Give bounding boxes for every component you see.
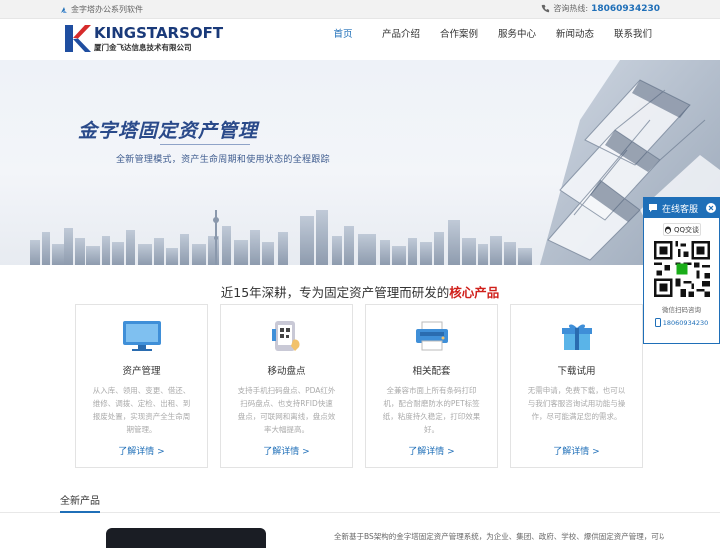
- product-card-desc: 全兼容市面上所有条码打印机，配合耐磨防水的PET标签纸，粘度持久稳定，打印效果好…: [382, 386, 481, 434]
- product-card-more-link[interactable]: 了解详情 >: [511, 444, 642, 457]
- printer-icon: [415, 321, 448, 351]
- qq-chat-button[interactable]: QQ交谈: [662, 223, 701, 236]
- top-bar: 金字塔办公系列软件 咨询热线: 18060934230: [0, 0, 720, 19]
- core-products-heading: 近15年深耕，专为固定资产管理而研发的核心产品: [0, 282, 720, 301]
- product-card-download[interactable]: 下载试用 无需申请，免费下载，也可以与我们客服咨询试用功能与操作，尽可能满足您的…: [510, 304, 643, 468]
- kingstar-k-logo-icon: [65, 25, 91, 52]
- core-products-heading-highlight: 核心产品: [449, 285, 500, 300]
- product-card-desc: 支持手机扫码盘点、PDA红外扫码盘点、也支持RFID快速盘点，可联网和离线，盘点…: [237, 386, 336, 434]
- product-card-title: 资产管理: [122, 366, 161, 377]
- online-service-header: 在线客服: [644, 198, 719, 218]
- banner-cityscape-image: [30, 60, 720, 265]
- new-products-divider: [0, 512, 720, 513]
- hotline-label: 咨询热线:: [553, 4, 589, 13]
- product-card-more-link[interactable]: 了解详情 >: [76, 444, 207, 457]
- qq-icon: [664, 226, 671, 233]
- monitor-icon: [122, 321, 161, 351]
- nav-item-cases[interactable]: 合作案例: [430, 28, 488, 50]
- service-phone-number: 18060934230: [662, 318, 709, 327]
- service-phone[interactable]: 18060934230: [644, 318, 719, 327]
- banner-subtitle: 全新管理模式，资产生命周期和使用状态的全程跟踪: [116, 155, 330, 165]
- logo-name: KINGSTARSOFT: [94, 24, 224, 42]
- top-bar-slogan-group: 金字塔办公系列软件: [60, 4, 143, 15]
- online-service-title: 在线客服: [662, 204, 699, 215]
- product-card-title: 相关配套: [412, 366, 451, 377]
- wechat-qr-code: [653, 241, 710, 297]
- product-card-desc: 从入库、领用、变更、借还、维修、调拨、定检、出租、到报废处置，实现资产全生命周期…: [92, 386, 191, 434]
- nav-item-contact[interactable]: 联系我们: [604, 28, 662, 50]
- hotline-number[interactable]: 18060934230: [591, 4, 660, 14]
- product-card-more-link[interactable]: 了解详情 >: [366, 444, 497, 457]
- product-cards: 资产管理 从入库、领用、变更、借还、维修、调拨、定检、出租、到报废处置，实现资产…: [75, 304, 643, 468]
- product-card-title: 移动盘点: [267, 366, 306, 377]
- close-icon[interactable]: [706, 203, 716, 213]
- banner-divider: [160, 144, 250, 145]
- banner-title: 金字塔固定资产管理: [78, 120, 259, 142]
- nav-item-service[interactable]: 服务中心: [488, 28, 546, 50]
- new-product-device-image: [106, 528, 266, 548]
- product-card-mobile[interactable]: 移动盘点 支持手机扫码盘点、PDA红外扫码盘点、也支持RFID快速盘点，可联网和…: [220, 304, 353, 468]
- product-card-accessories[interactable]: 相关配套 全兼容市面上所有条码打印机，配合耐磨防水的PET标签纸，粘度持久稳定，…: [365, 304, 498, 468]
- nav-item-products[interactable]: 产品介绍: [372, 28, 430, 50]
- new-products-desc: 全新基于BS架构的金字塔固定资产管理系统，为企业、集团、政府、学校、爆供固定资产…: [334, 532, 664, 541]
- mobile-scan-icon: [271, 321, 300, 351]
- product-card-desc: 无需申请，免费下载，也可以与我们客服咨询试用功能与操作，尽可能满足您的需求。: [527, 386, 626, 421]
- product-card-asset[interactable]: 资产管理 从入库、领用、变更、借还、维修、调拨、定检、出租、到报废处置，实现资产…: [75, 304, 208, 468]
- online-service-panel: 在线客服 QQ交谈 微信扫码咨询 18060934230: [643, 197, 720, 344]
- top-bar-slogan: 金字塔办公系列软件: [71, 5, 143, 14]
- product-card-more-link[interactable]: 了解详情 >: [221, 444, 352, 457]
- top-bar-hotline-group: 咨询热线: 18060934230: [541, 3, 660, 14]
- brand-mini-icon: [61, 6, 67, 13]
- nav-item-news[interactable]: 新闻动态: [546, 28, 604, 50]
- wechat-qr-label: 微信扫码咨询: [662, 306, 701, 314]
- nav-item-home[interactable]: 首页: [314, 28, 372, 50]
- product-card-title: 下载试用: [557, 366, 596, 377]
- core-products-heading-prefix: 近15年深耕，专为固定资产管理而研发的: [220, 285, 450, 300]
- site-logo[interactable]: KINGSTARSOFT 厦门金飞达信息技术有限公司: [65, 25, 223, 53]
- gift-download-icon: [561, 324, 592, 350]
- new-products-divider-accent: [60, 511, 100, 513]
- hero-banner[interactable]: 金字塔固定资产管理 全新管理模式，资产生命周期和使用状态的全程跟踪: [0, 60, 720, 265]
- chat-icon: [649, 204, 657, 212]
- qq-chat-label: QQ交谈: [673, 225, 700, 234]
- phone-icon: [542, 4, 550, 13]
- logo-company: 厦门金飞达信息技术有限公司: [94, 43, 192, 52]
- site-header: KINGSTARSOFT 厦门金飞达信息技术有限公司 首页 产品介绍 合作案例 …: [0, 19, 720, 60]
- main-nav: 首页 产品介绍 合作案例 服务中心 新闻动态 联系我们: [314, 28, 662, 50]
- mobile-phone-icon: [654, 318, 661, 327]
- new-products-title: 全新产品: [60, 496, 100, 507]
